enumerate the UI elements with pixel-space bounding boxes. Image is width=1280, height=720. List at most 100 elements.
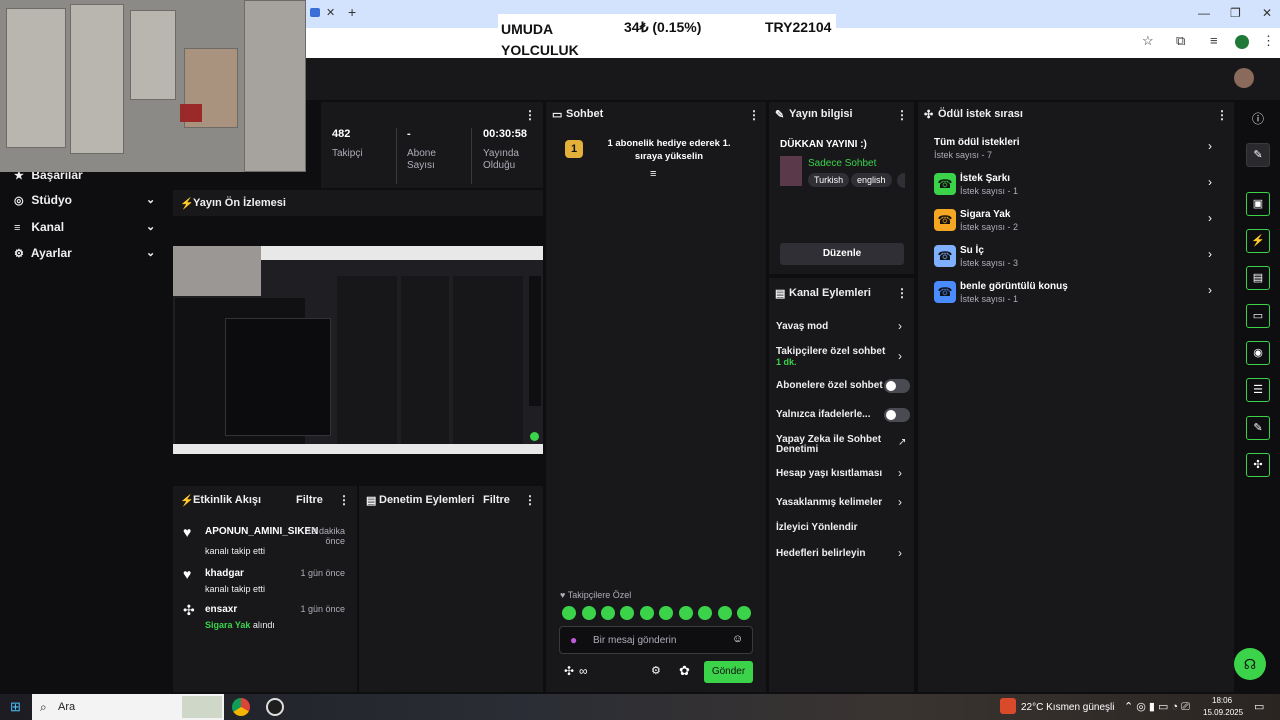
help-headset-icon[interactable]: ☊ — [1234, 648, 1266, 680]
chevron-right-icon: › — [898, 466, 902, 480]
reward-badge-icon: ☎ — [934, 173, 956, 195]
info-icon[interactable]: ⓘ — [1252, 110, 1264, 127]
emote-only-action: Yalnızca ifadelerle... — [776, 409, 871, 420]
emote-icon[interactable] — [698, 606, 712, 620]
lightning-icon: ⚡ — [180, 198, 194, 210]
heart-icon: ♥ — [183, 524, 192, 540]
broadcast-icon[interactable]: ◉ — [1246, 341, 1270, 365]
chat-icon: ▭ — [552, 109, 563, 121]
edit-button[interactable]: Düzenle — [780, 243, 904, 265]
emote-icon[interactable] — [601, 606, 615, 620]
kebab-icon[interactable]: ⋮ — [338, 493, 350, 507]
lightning-icon[interactable]: ⚡ — [1246, 229, 1270, 253]
expand-icon[interactable]: ≡ — [650, 168, 656, 180]
weather-text[interactable]: 22°C Kısmen güneşli — [1021, 702, 1115, 713]
kebab-icon[interactable]: ⋮ — [524, 493, 536, 507]
new-tab-button[interactable]: + — [348, 4, 356, 20]
reward-icon[interactable]: ✣ — [1246, 453, 1270, 477]
event-filter-button[interactable]: Filtre — [296, 494, 323, 506]
uptime-stat: 00:30:58 Yayında Olduğu — [483, 128, 528, 171]
kebab-icon[interactable]: ⋮ — [896, 108, 908, 122]
minimize-icon[interactable]: — — [1198, 6, 1210, 20]
weather-icon — [1000, 698, 1016, 714]
sidebar-item-channel[interactable]: ≡ Kanal ⌄ — [14, 220, 155, 234]
chat-input[interactable]: ● Bir mesaj gönderin ☺ — [559, 626, 753, 654]
obs-taskbar-icon[interactable] — [266, 698, 284, 716]
bot-icon[interactable]: ✿ — [679, 663, 690, 679]
avatar[interactable] — [1234, 68, 1254, 88]
goals-action[interactable]: Hedefleri belirleyin — [776, 548, 865, 559]
chevron-right-icon: › — [1208, 175, 1212, 189]
chevron-right-icon: › — [1208, 283, 1212, 297]
chevron-down-icon: ⌄ — [146, 247, 156, 259]
send-button[interactable]: Gönder — [704, 661, 753, 683]
rank-badge: 1 — [565, 140, 583, 158]
subs-only-toggle[interactable] — [884, 379, 910, 393]
menu-kebab-icon[interactable]: ⋮ — [1262, 33, 1275, 49]
wrench-icon: ✎ — [775, 109, 785, 121]
chevron-right-icon: › — [898, 319, 902, 333]
list-icon[interactable]: ☰ — [1246, 378, 1270, 402]
search-highlight-image — [182, 696, 222, 718]
screen-icon[interactable]: ▣ — [1246, 192, 1270, 216]
emote-icon[interactable] — [659, 606, 673, 620]
chevron-right-icon: › — [898, 546, 902, 560]
clock-time[interactable]: 18:06 — [1212, 696, 1232, 705]
gear-icon: ⚙ — [14, 248, 24, 260]
tab-close-button[interactable]: ✕ — [326, 6, 335, 19]
settings-icon[interactable]: ⚙ — [651, 664, 661, 677]
notification-icon[interactable]: ▭ — [1254, 700, 1264, 713]
kebab-icon[interactable]: ⋮ — [1216, 108, 1228, 122]
emote-icon[interactable] — [562, 606, 576, 620]
extensions-icon[interactable]: ⧉ — [1176, 33, 1185, 49]
channel-icon: ≡ — [14, 222, 21, 234]
account-age-action[interactable]: Hesap yaşı kısıtlaması — [776, 468, 882, 479]
chat-panel — [546, 102, 766, 692]
emote-icon[interactable] — [620, 606, 634, 620]
edit-icon[interactable]: ✎ — [1246, 143, 1270, 167]
emote-icon[interactable] — [737, 606, 751, 620]
raid-action[interactable]: İzleyici Yönlendir — [776, 522, 858, 533]
tag-chip-overflow[interactable] — [897, 173, 905, 188]
emote-icon[interactable] — [679, 606, 693, 620]
maximize-icon[interactable]: ❐ — [1230, 6, 1241, 20]
tag-chip[interactable]: Turkish — [808, 173, 850, 187]
emote-icon[interactable] — [582, 606, 596, 620]
emote-icon[interactable] — [718, 606, 732, 620]
bookmark-star-icon[interactable]: ☆ — [1142, 33, 1154, 49]
kebab-icon[interactable]: ⋮ — [748, 108, 760, 122]
clock-date[interactable]: 15.09.2025 — [1203, 708, 1243, 717]
kebab-icon[interactable]: ⋮ — [896, 286, 908, 300]
category-link[interactable]: Sadece Sohbet — [808, 158, 876, 169]
microphone-icon[interactable]: ● — [570, 633, 577, 647]
start-windows-icon[interactable]: ⊞ — [10, 699, 21, 715]
emote-icon[interactable] — [640, 606, 654, 620]
moderation-filter-button[interactable]: Filtre — [483, 494, 510, 506]
stream-preview[interactable] — [173, 246, 543, 454]
chat-icon[interactable]: ▭ — [1246, 304, 1270, 328]
external-link-icon: ↗ — [898, 437, 907, 448]
tag-chip[interactable]: english — [851, 173, 892, 187]
preview-title: Yayın Ön İzlemesi — [193, 197, 286, 209]
ai-moderation-action[interactable]: Yapay Zeka ile Sohbet Denetimi — [776, 435, 886, 455]
chrome-taskbar-icon[interactable] — [232, 698, 250, 716]
wrench-icon[interactable]: ✎ — [1246, 416, 1270, 440]
chat-placeholder: Bir mesaj gönderin — [593, 635, 677, 646]
followers-only-action[interactable]: Takipçilere özel sohbet — [776, 346, 885, 357]
clipboard-icon[interactable]: ▤ — [1246, 266, 1270, 290]
tray-icons[interactable]: ⌃ ◎ ▮ ▭ ◔ ⎚ — [1124, 700, 1190, 714]
window-close-icon[interactable]: ✕ — [1262, 6, 1272, 20]
sidebar-item-studio[interactable]: ◎ Stüdyo ⌄ — [14, 193, 155, 207]
slow-mode-action[interactable]: Yavaş mod — [776, 321, 828, 332]
banned-words-action[interactable]: Yasaklanmış kelimeler — [776, 497, 882, 508]
chevron-down-icon: ⌄ — [146, 221, 156, 233]
sidebar-item-settings[interactable]: ⚙ Ayarlar ⌄ — [14, 246, 155, 260]
media-icon[interactable]: ≡ — [1210, 33, 1218, 48]
profile-icon[interactable] — [1235, 35, 1249, 49]
emote-only-toggle[interactable] — [884, 408, 910, 422]
emoji-icon[interactable]: ☺ — [732, 633, 743, 645]
kebab-icon[interactable]: ⋮ — [524, 108, 536, 122]
taskbar-search[interactable]: ⌕ Ara — [32, 694, 224, 720]
points-icon[interactable]: ✣ — [564, 664, 574, 678]
reward-badge-icon: ☎ — [934, 209, 956, 231]
